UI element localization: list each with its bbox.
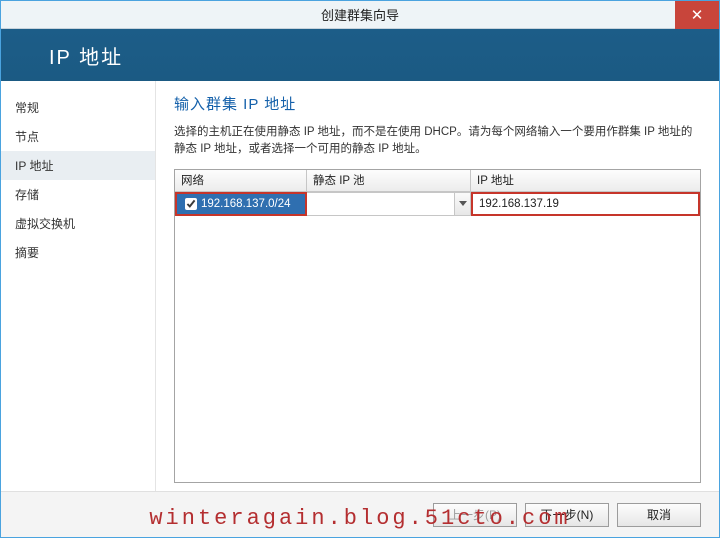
sidebar: 常规 节点 IP 地址 存储 虚拟交换机 摘要: [1, 81, 156, 491]
section-description: 选择的主机正在使用静态 IP 地址，而不是在使用 DHCP。请为每个网络输入一个…: [174, 124, 701, 159]
sidebar-item-virtual-switch[interactable]: 虚拟交换机: [1, 209, 155, 238]
sidebar-item-summary[interactable]: 摘要: [1, 238, 155, 267]
close-button[interactable]: ✕: [675, 1, 719, 29]
close-icon: ✕: [691, 6, 704, 24]
sidebar-item-nodes[interactable]: 节点: [1, 122, 155, 151]
banner-title: IP 地址: [49, 41, 123, 70]
next-button[interactable]: 下一步(N): [525, 503, 609, 527]
grid-header-row: 网络 静态 IP 池 IP 地址: [175, 170, 700, 192]
network-checkbox[interactable]: [185, 198, 197, 210]
col-header-ip[interactable]: IP 地址: [471, 170, 700, 191]
cell-network[interactable]: 192.168.137.0/24: [175, 192, 307, 216]
main-panel: 输入群集 IP 地址 选择的主机正在使用静态 IP 地址，而不是在使用 DHCP…: [156, 81, 719, 491]
cell-ip-address[interactable]: 192.168.137.19: [471, 192, 700, 216]
ip-value: 192.168.137.19: [479, 198, 559, 210]
network-label: 192.168.137.0/24: [201, 198, 291, 210]
body: 常规 节点 IP 地址 存储 虚拟交换机 摘要 输入群集 IP 地址 选择的主机…: [1, 81, 719, 491]
pool-dropdown-button[interactable]: [454, 193, 470, 215]
ip-grid: 网络 静态 IP 池 IP 地址 192.168.137.0/24: [174, 169, 701, 484]
sidebar-item-ip-address[interactable]: IP 地址: [1, 151, 155, 180]
banner: IP 地址: [1, 29, 719, 81]
cancel-button[interactable]: 取消: [617, 503, 701, 527]
sidebar-item-general[interactable]: 常规: [1, 93, 155, 122]
table-row: 192.168.137.0/24 192.168.137.19: [175, 192, 700, 216]
grid-empty-area: [175, 216, 700, 483]
sidebar-item-storage[interactable]: 存储: [1, 180, 155, 209]
window-title: 创建群集向导: [321, 5, 399, 24]
col-header-pool[interactable]: 静态 IP 池: [307, 170, 471, 191]
cell-static-ip-pool[interactable]: [307, 192, 471, 216]
titlebar: 创建群集向导 ✕: [1, 1, 719, 29]
chevron-down-icon: [459, 201, 467, 206]
footer: 上一步(P) 下一步(N) 取消: [1, 491, 719, 537]
wizard-window: 创建群集向导 ✕ IP 地址 常规 节点 IP 地址 存储 虚拟交换机 摘要 输…: [0, 0, 720, 538]
section-heading: 输入群集 IP 地址: [174, 93, 701, 114]
previous-button[interactable]: 上一步(P): [433, 503, 517, 527]
col-header-network[interactable]: 网络: [175, 170, 307, 191]
